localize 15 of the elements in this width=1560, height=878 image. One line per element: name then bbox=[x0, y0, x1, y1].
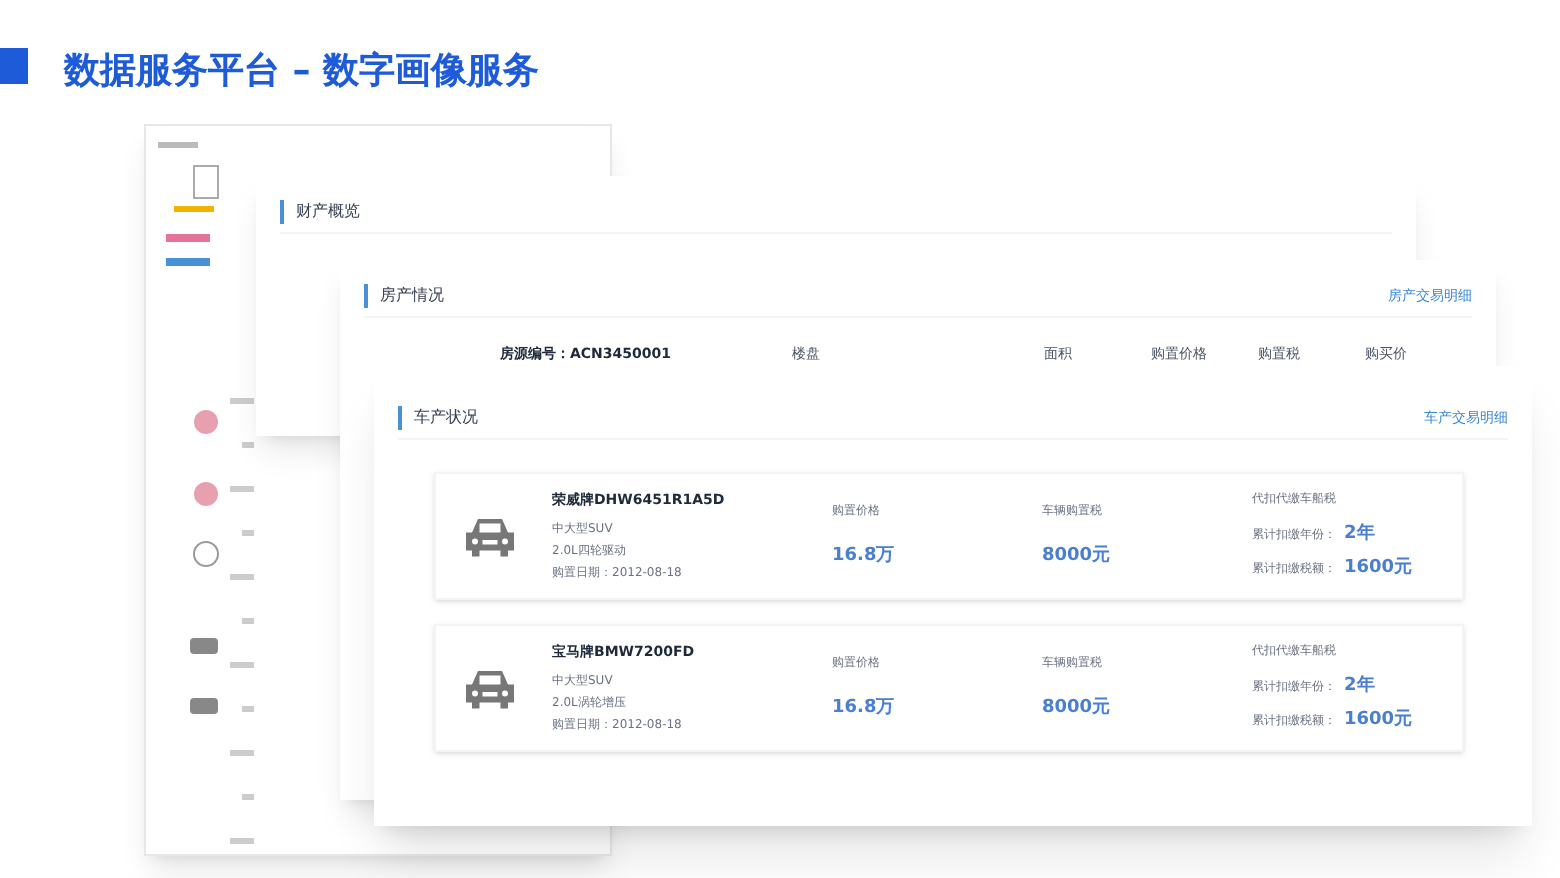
section-title: 财产概览 bbox=[280, 200, 360, 224]
section-title: 房产情况 bbox=[364, 284, 444, 308]
tax-value: 8000元 bbox=[1042, 543, 1113, 570]
car-icon bbox=[460, 665, 520, 711]
car-icon bbox=[460, 513, 520, 559]
amount-value: 1600元 bbox=[1344, 707, 1413, 733]
years-value: 2年 bbox=[1344, 674, 1375, 700]
price-value: 16.8万 bbox=[832, 543, 897, 570]
amount-value: 1600元 bbox=[1344, 555, 1413, 581]
title-marker bbox=[0, 48, 28, 84]
section-title: 车产状况 bbox=[398, 406, 478, 430]
price-value: 16.8万 bbox=[832, 695, 897, 722]
years-value: 2年 bbox=[1344, 522, 1375, 548]
slide-title: 数据服务平台 – 数字画像服务 bbox=[64, 48, 540, 96]
tax-value: 8000元 bbox=[1042, 695, 1113, 722]
